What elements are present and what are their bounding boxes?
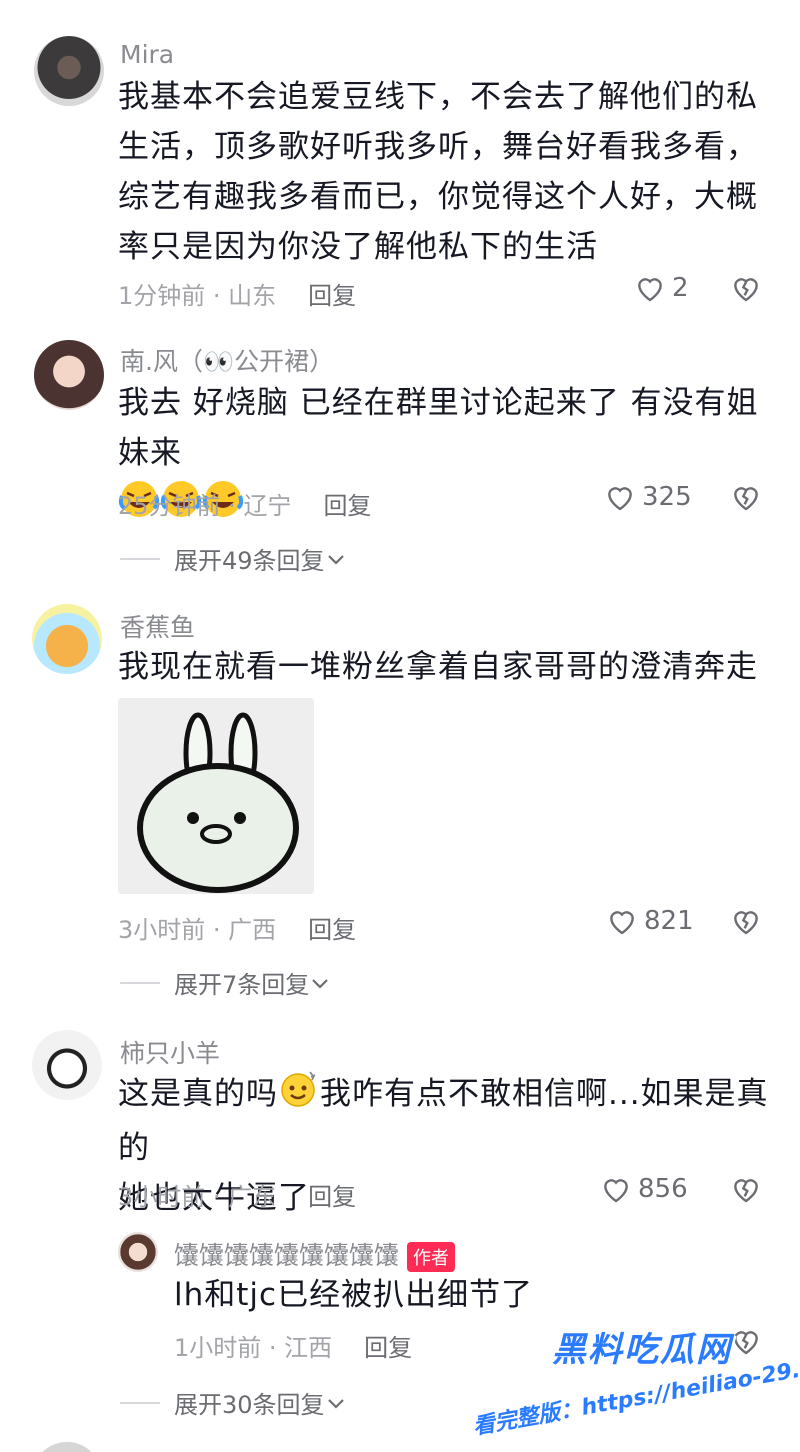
sticker-image[interactable] — [118, 698, 314, 894]
comment-meta: 1分钟前 · 山东 回复 — [118, 282, 357, 310]
comment-meta: 3小时前 · 广东 回复 — [118, 1183, 357, 1211]
comment-username[interactable]: 香蕉鱼 — [120, 608, 195, 644]
expand-replies-label: 展开30条回复 — [174, 1391, 325, 1419]
comment-time: 3小时前 — [118, 1183, 206, 1211]
comment-meta: 3小时前 · 广西 回复 — [118, 916, 357, 944]
comment-time: 25分钟前 — [118, 492, 221, 520]
avatar[interactable] — [32, 604, 102, 674]
dizzy-smile-emoji-icon — [278, 1068, 320, 1123]
watermark-title: 黑料吃瓜网 — [552, 1330, 732, 1370]
bunny-sticker-icon — [137, 712, 299, 893]
broken-heart-icon[interactable] — [730, 1326, 762, 1356]
like-button[interactable]: 325 — [604, 482, 692, 512]
expand-replies-button[interactable]: 展开7条回复 — [120, 965, 331, 1000]
like-count: 2 — [672, 273, 689, 303]
reply-button[interactable]: 回复 — [364, 1334, 412, 1362]
like-button[interactable]: 856 — [600, 1174, 688, 1204]
avatar[interactable] — [118, 1232, 158, 1272]
expand-replies-button[interactable]: 展开30条回复 — [120, 1385, 347, 1420]
reply-button[interactable]: 回复 — [308, 282, 356, 310]
broken-heart-icon[interactable] — [730, 906, 762, 936]
divider — [120, 981, 160, 984]
comment-username[interactable]: 馕馕馕馕馕馕馕馕馕 作者 — [174, 1236, 456, 1272]
comment-location: 辽宁 — [243, 492, 292, 520]
chevron-down-icon — [312, 978, 329, 989]
chevron-down-icon — [327, 554, 344, 565]
like-button[interactable]: 821 — [606, 906, 694, 936]
heart-icon — [638, 278, 662, 302]
comment-meta: 1小时前 · 江西 回复 — [174, 1334, 413, 1362]
comment-time: 1小时前 — [174, 1334, 262, 1362]
broken-heart-icon[interactable] — [730, 273, 762, 303]
reply-button[interactable]: 回复 — [308, 916, 356, 944]
comment-location: 江西 — [284, 1334, 333, 1362]
heart-icon — [608, 487, 632, 511]
comment-location: 山东 — [228, 282, 277, 310]
comment-text-part: 这是真的吗 — [118, 1076, 278, 1112]
comment-username[interactable]: Mira — [120, 40, 174, 69]
reply-button[interactable]: 回复 — [323, 492, 371, 520]
comment-text: 我基本不会追爱豆线下，不会去了解他们的私生活，顶多歌好听我多听，舞台好看我多看，… — [118, 79, 758, 265]
comment-meta: 25分钟前 · 辽宁 回复 — [118, 492, 372, 520]
comment-location: 广东 — [228, 1183, 277, 1211]
comment-username[interactable]: 柿只小羊 — [120, 1034, 220, 1070]
heart-icon — [610, 911, 634, 935]
like-count: 325 — [642, 482, 692, 512]
expand-replies-label: 展开49条回复 — [174, 547, 325, 575]
author-badge: 作者 — [407, 1242, 456, 1272]
reply-button[interactable]: 回复 — [308, 1183, 356, 1211]
divider — [120, 1401, 160, 1404]
reply-username: 馕馕馕馕馕馕馕馕馕 — [174, 1241, 400, 1270]
broken-heart-icon[interactable] — [730, 1174, 762, 1204]
expand-replies-label: 展开7条回复 — [174, 971, 310, 999]
like-button[interactable]: 2 — [634, 273, 689, 303]
divider — [120, 557, 160, 560]
comment-location: 广西 — [228, 916, 277, 944]
broken-heart-icon[interactable] — [730, 482, 762, 512]
comment-time: 1分钟前 — [118, 282, 206, 310]
avatar[interactable] — [34, 340, 104, 410]
chevron-down-icon — [327, 1398, 344, 1409]
avatar[interactable] — [32, 1030, 102, 1100]
avatar[interactable] — [34, 36, 104, 106]
like-count: 821 — [644, 906, 694, 936]
expand-replies-button[interactable]: 展开49条回复 — [120, 541, 347, 576]
comment-username[interactable]: 南.风（👀公开裙） — [120, 342, 334, 378]
heart-icon — [604, 1179, 628, 1203]
comment-text: lh和tjc已经被扒出细节了 — [174, 1277, 534, 1313]
comment-time: 3小时前 — [118, 916, 206, 944]
avatar[interactable] — [32, 1442, 102, 1452]
comment-text-content: 我去 好烧脑 已经在群里讨论起来了 有没有姐妹来 — [118, 385, 759, 471]
like-count: 856 — [638, 1174, 688, 1204]
